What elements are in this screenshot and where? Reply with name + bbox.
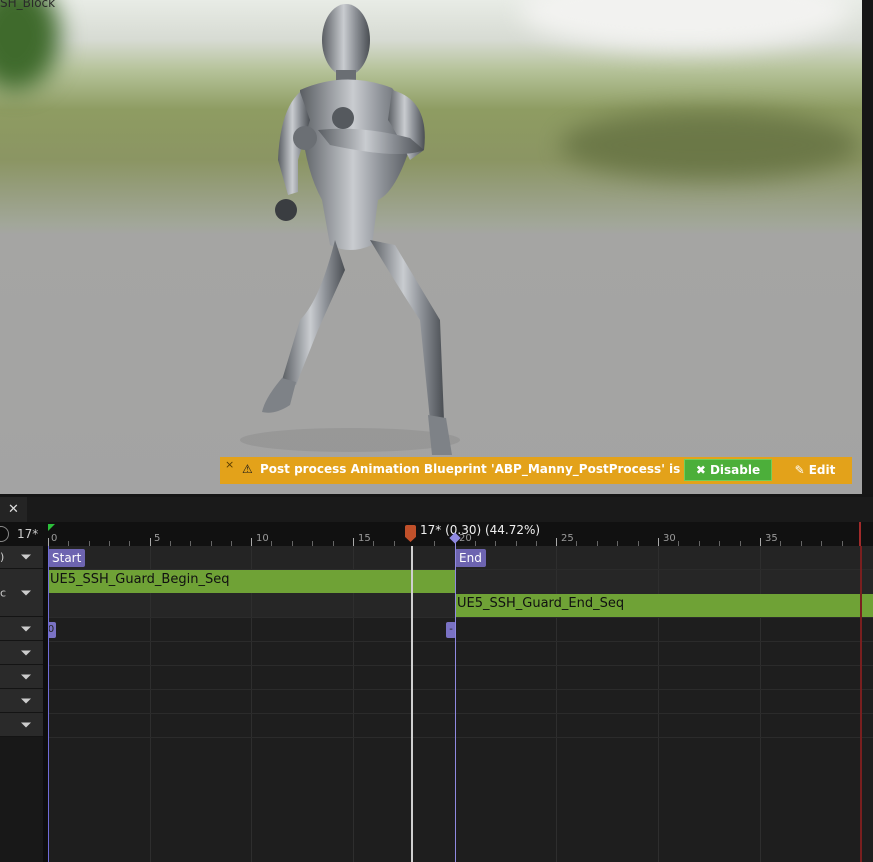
ruler-tick-label: 30 (663, 533, 676, 544)
start-notify[interactable]: Start (48, 549, 86, 567)
chevron-down-icon[interactable] (21, 698, 31, 703)
chevron-down-icon[interactable] (21, 674, 31, 679)
close-tab-button[interactable]: ✕ (0, 497, 27, 522)
end-notify[interactable]: End (455, 549, 486, 567)
mannequin-right-leg (370, 240, 444, 420)
track-header[interactable] (0, 713, 43, 737)
ruler-tick (658, 538, 659, 546)
ruler-tick-label: 0 (51, 533, 58, 544)
range-start-line (48, 546, 49, 862)
chevron-down-icon[interactable] (21, 554, 31, 560)
end-sequence-segment[interactable]: UE5_SSH_Guard_End_Seq (455, 594, 873, 617)
edit-button-label: Edit (808, 463, 836, 477)
disable-button[interactable]: ✖ Disable (684, 459, 772, 481)
track-header[interactable] (0, 689, 43, 713)
chest-emblem (332, 107, 354, 129)
ruler-tick (353, 538, 354, 546)
ruler-tick-label: 35 (765, 533, 778, 544)
row-divider (48, 617, 873, 618)
section-cursor-line (455, 536, 456, 862)
banner-close-button[interactable]: × (225, 458, 234, 471)
chevron-down-icon[interactable] (21, 626, 31, 631)
track-header-label: c (0, 586, 7, 599)
track-header-sequences[interactable]: c (0, 569, 43, 617)
banner-message: Post process Animation Blueprint 'ABP_Ma… (260, 462, 742, 476)
current-frame-field[interactable]: 17* (17, 527, 38, 541)
playhead-handle[interactable] (405, 525, 416, 542)
grid-line (150, 546, 151, 862)
ruler-tick (150, 538, 151, 546)
disable-button-label: Disable (709, 463, 761, 477)
post-process-warning-banner: × ⚠ Post process Animation Blueprint 'AB… (220, 457, 852, 484)
ruler-tick (251, 538, 252, 546)
mannequin-left-foot (262, 378, 296, 413)
begin-sequence-segment[interactable]: UE5_SSH_Guard_Begin_Seq (48, 570, 455, 593)
chevron-down-icon[interactable] (21, 650, 31, 655)
track-key[interactable]: 0 (48, 622, 56, 638)
range-end-line (860, 546, 862, 862)
warning-icon: ⚠ (242, 462, 253, 476)
chevron-down-icon[interactable] (21, 590, 31, 595)
track-area[interactable]: Start End UE5_SSH_Guard_Begin_Seq UE5_SS… (48, 546, 873, 862)
mannequin-right-foot (428, 415, 452, 455)
playhead-line[interactable] (411, 546, 413, 862)
ruler-tick-label: 25 (561, 533, 574, 544)
grid-line (353, 546, 354, 862)
viewport-edge (862, 0, 873, 494)
track-header[interactable] (0, 641, 43, 665)
animation-viewport[interactable]: SH_Block × ⚠ Post process Animation Blue… (0, 0, 862, 494)
mannequin-left-leg (282, 240, 345, 385)
track-header[interactable] (0, 617, 43, 641)
range-end-marker[interactable] (859, 522, 861, 546)
frame-indicator-icon (0, 526, 9, 542)
row-divider (48, 665, 873, 666)
pencil-icon: ✎ (794, 463, 805, 477)
track-header[interactable] (0, 665, 43, 689)
ruler-tick (556, 538, 557, 546)
edit-button[interactable]: ✎ Edit (786, 459, 844, 481)
range-start-marker[interactable] (48, 524, 55, 531)
chevron-down-icon[interactable] (21, 722, 31, 727)
track-header-notifies[interactable]: ) (0, 546, 43, 569)
track-header-label: ) (0, 550, 5, 564)
playhead-readout: 17* (0.30) (44.72%) (420, 523, 541, 537)
row-divider (48, 641, 873, 642)
ruler-tick (48, 538, 49, 546)
track-header-panel: ) c (0, 546, 43, 862)
mannequin-character[interactable] (0, 0, 862, 494)
timeline-ruler[interactable]: 17* 0 5 10 15 20 25 30 35 17* (0.30) (44… (0, 522, 873, 546)
ruler-tick-label: 5 (154, 533, 161, 544)
timeline-tab-strip: ✕ (0, 497, 873, 522)
mannequin-right-fist (275, 199, 297, 221)
ruler-tick (760, 538, 761, 546)
close-x-icon: ✖ (695, 463, 706, 477)
floor-shadow (240, 428, 460, 452)
mannequin-head (322, 4, 370, 76)
row-divider (48, 713, 873, 714)
ruler-tick-label: 15 (358, 533, 371, 544)
row-divider (48, 737, 873, 738)
grid-line (251, 546, 252, 862)
ruler-tick-label: 10 (256, 533, 269, 544)
row-divider (48, 689, 873, 690)
mannequin-left-fist (293, 126, 317, 150)
